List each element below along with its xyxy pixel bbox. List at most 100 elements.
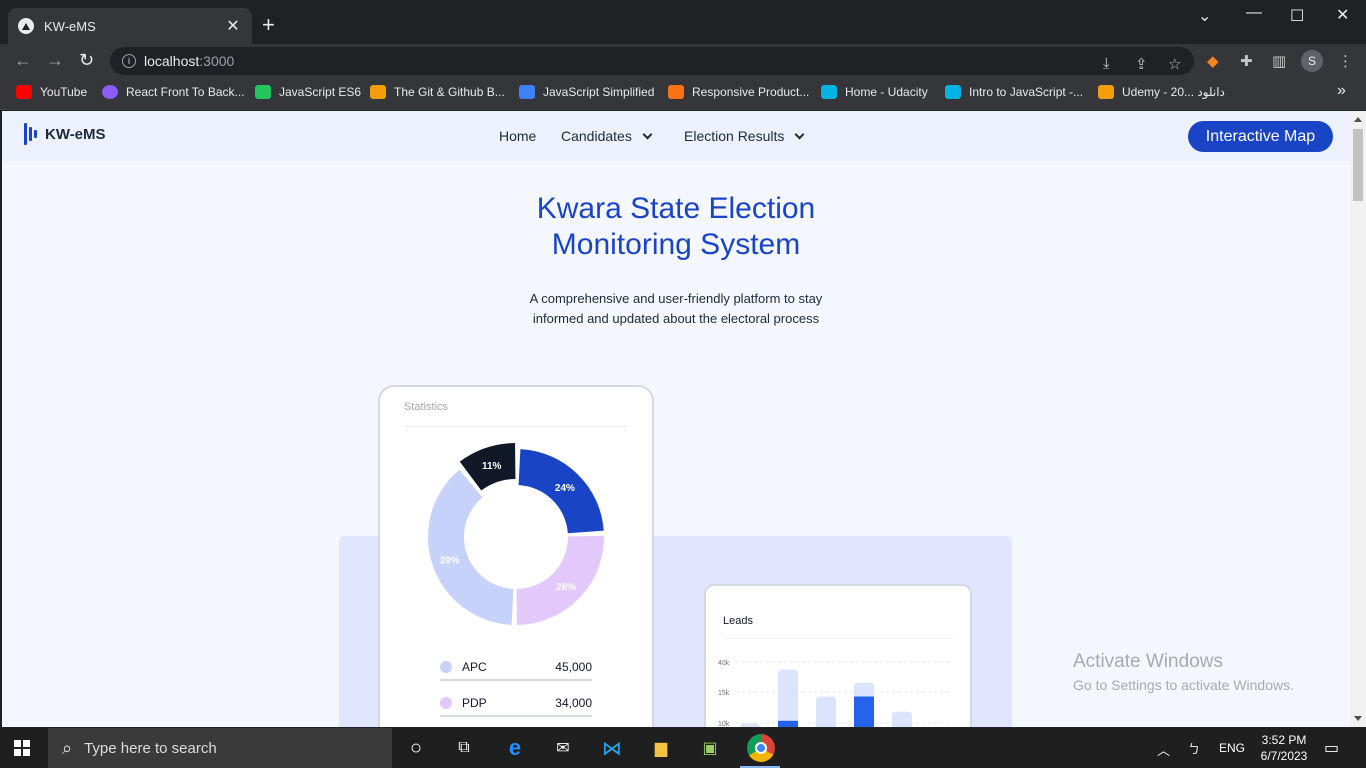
bookmark-item[interactable]: Intro to JavaScript -... xyxy=(945,85,1083,99)
tab-search-chevron-icon[interactable]: ⌄ xyxy=(1198,6,1211,26)
metamask-extension-icon[interactable]: ◆ xyxy=(1207,52,1219,70)
maximize-icon[interactable]: ☐ xyxy=(1290,6,1304,26)
bar-track xyxy=(740,723,760,727)
clock-date: 6/7/2023 xyxy=(1260,749,1308,763)
address-bar[interactable]: i localhost:3000 ⤓ ⇪ ☆ xyxy=(110,47,1194,75)
statistics-donut-chart: 24% 26% 39% 11% xyxy=(428,443,604,625)
extensions-puzzle-icon[interactable]: ✚ xyxy=(1240,52,1253,70)
page-scrollbar[interactable] xyxy=(1350,111,1366,727)
tab-title: KW-eMS xyxy=(44,18,96,34)
interactive-map-button[interactable]: Interactive Map xyxy=(1188,121,1333,152)
statistics-card: Statistics 24% 26% 39% 11% APC 45,000 PDP 3… xyxy=(380,387,652,727)
windows-taskbar: ⌕ Type here to search ○ ⧉ e ✉ ⋈ ▆ ▣ ︿ ㄅ … xyxy=(0,728,1366,768)
language-indicator[interactable]: ENG xyxy=(1219,741,1245,755)
donut-slice xyxy=(428,469,514,625)
hero-subtitle: A comprehensive and user-friendly platfo… xyxy=(476,289,876,329)
legend-votes: 45,000 xyxy=(555,660,592,674)
y-tick-label: 15k xyxy=(718,690,730,697)
site-navbar: KW-eMS Home Candidates Election Results … xyxy=(2,111,1350,161)
bookmark-item[interactable]: YouTube xyxy=(16,85,87,99)
watermark-line: Go to Settings to activate Windows. xyxy=(1073,677,1294,693)
photos-icon[interactable]: ▣ xyxy=(698,736,722,760)
minimize-icon[interactable]: — xyxy=(1246,4,1262,22)
bookmark-item[interactable]: Home - Udacity xyxy=(821,85,928,99)
url-port: :3000 xyxy=(199,53,235,69)
web-page: KW-eMS Home Candidates Election Results … xyxy=(2,111,1350,727)
bookmark-item[interactable]: JavaScript ES6 xyxy=(255,85,361,99)
browser-toolbar: ← → ↻ i localhost:3000 ⤓ ⇪ ☆ ◆ ✚ ▥ S ⋮ xyxy=(0,44,1366,78)
cortana-circle-icon[interactable]: ○ xyxy=(404,736,428,760)
share-icon[interactable]: ⇪ xyxy=(1135,55,1148,73)
url-host: localhost xyxy=(144,53,200,69)
taskbar-search-placeholder: Type here to search xyxy=(84,739,217,757)
tab-close-icon[interactable]: ✕ xyxy=(224,16,242,36)
bookmark-favicon-icon xyxy=(668,85,684,99)
divider xyxy=(723,638,953,639)
tray-overflow-chevron-icon[interactable]: ︿ xyxy=(1157,740,1170,759)
bookmark-item[interactable]: JavaScript Simplified xyxy=(519,85,654,99)
site-logo[interactable]: KW-eMS xyxy=(24,123,106,145)
taskbar-search-box[interactable]: ⌕ Type here to search xyxy=(48,728,392,768)
y-tick-label: 10k xyxy=(718,721,730,727)
udemy-icon xyxy=(102,85,118,99)
bookmark-item[interactable]: The Git & Github B... xyxy=(370,85,505,99)
bookmark-item[interactable]: Udemy - 20... دانلود xyxy=(1098,85,1225,99)
task-view-icon[interactable]: ⧉ xyxy=(452,736,476,760)
activate-windows-watermark: Activate Windows Go to Settings to activ… xyxy=(1073,651,1294,693)
side-panel-icon[interactable]: ▥ xyxy=(1272,52,1286,70)
donut-slice-label: 24% xyxy=(555,483,575,494)
windows-start-icon[interactable] xyxy=(14,740,30,756)
profile-avatar[interactable]: S xyxy=(1301,50,1323,72)
hero-title-line: Kwara State Election xyxy=(536,192,816,225)
bookmark-favicon-icon xyxy=(255,85,271,99)
site-info-icon[interactable]: i xyxy=(122,54,136,68)
search-icon: ⌕ xyxy=(62,737,73,758)
bookmark-item[interactable]: Responsive Product... xyxy=(668,85,809,99)
install-app-icon[interactable]: ⤓ xyxy=(1103,55,1110,72)
close-window-icon[interactable]: ✕ xyxy=(1336,5,1349,25)
new-tab-button[interactable]: + xyxy=(262,14,275,36)
bar-fill xyxy=(854,696,874,727)
hero-subtitle-line: informed and updated about the electoral… xyxy=(532,311,820,326)
taskbar-clock[interactable]: 3:52 PM 6/7/2023 xyxy=(1252,732,1316,764)
scrollbar-thumb[interactable] xyxy=(1353,129,1363,201)
donut-slice-label: 39% xyxy=(440,555,460,566)
reload-icon[interactable]: ↻ xyxy=(79,50,94,71)
bookmark-item[interactable]: React Front To Back... xyxy=(102,85,245,99)
donut-slice-label: 11% xyxy=(482,461,502,472)
scroll-down-arrow-icon[interactable] xyxy=(1354,716,1362,721)
bookmarks-overflow-button[interactable]: » xyxy=(1337,82,1346,100)
udacity-icon xyxy=(945,85,961,99)
bookmark-star-icon[interactable]: ☆ xyxy=(1168,55,1181,73)
bar-fill xyxy=(778,720,798,727)
bar-track xyxy=(892,711,912,727)
mail-icon[interactable]: ✉ xyxy=(551,736,575,760)
donut-slice-label: 26% xyxy=(556,582,576,593)
nav-candidates-dropdown[interactable]: Candidates xyxy=(561,128,653,144)
bookmark-favicon-icon xyxy=(1098,85,1114,99)
bookmark-favicon-icon xyxy=(519,85,535,99)
watermark-line: Activate Windows xyxy=(1073,651,1223,672)
browser-tab[interactable]: KW-eMS ✕ xyxy=(8,8,252,44)
leads-bar-chart: 40k 15k 10k xyxy=(718,660,951,727)
nav-election-results-dropdown[interactable]: Election Results xyxy=(684,128,805,144)
legend-party: PDP xyxy=(462,696,487,710)
bookmark-favicon-icon xyxy=(370,85,386,99)
forward-arrow-icon[interactable]: → xyxy=(46,50,64,71)
scroll-up-arrow-icon[interactable] xyxy=(1354,117,1362,122)
ime-icon[interactable]: ㄅ xyxy=(1188,740,1200,757)
chrome-icon[interactable] xyxy=(747,734,775,762)
menu-kebab-icon[interactable]: ⋮ xyxy=(1338,52,1353,70)
logo-bars-icon xyxy=(24,123,37,145)
leads-card: Leads 40k 15k 10k xyxy=(706,586,970,727)
legend-votes: 34,000 xyxy=(555,696,592,710)
file-explorer-icon[interactable]: ▆ xyxy=(649,736,673,760)
notifications-icon[interactable]: ▭ xyxy=(1324,738,1339,758)
legend-dot xyxy=(440,697,452,709)
edge-browser-icon[interactable]: e xyxy=(503,735,527,760)
back-arrow-icon[interactable]: ← xyxy=(14,50,32,71)
nav-home-link[interactable]: Home xyxy=(499,128,536,144)
legend-row: APC 45,000 xyxy=(440,660,592,681)
vscode-icon[interactable]: ⋈ xyxy=(600,736,624,760)
bar-track xyxy=(778,669,798,727)
